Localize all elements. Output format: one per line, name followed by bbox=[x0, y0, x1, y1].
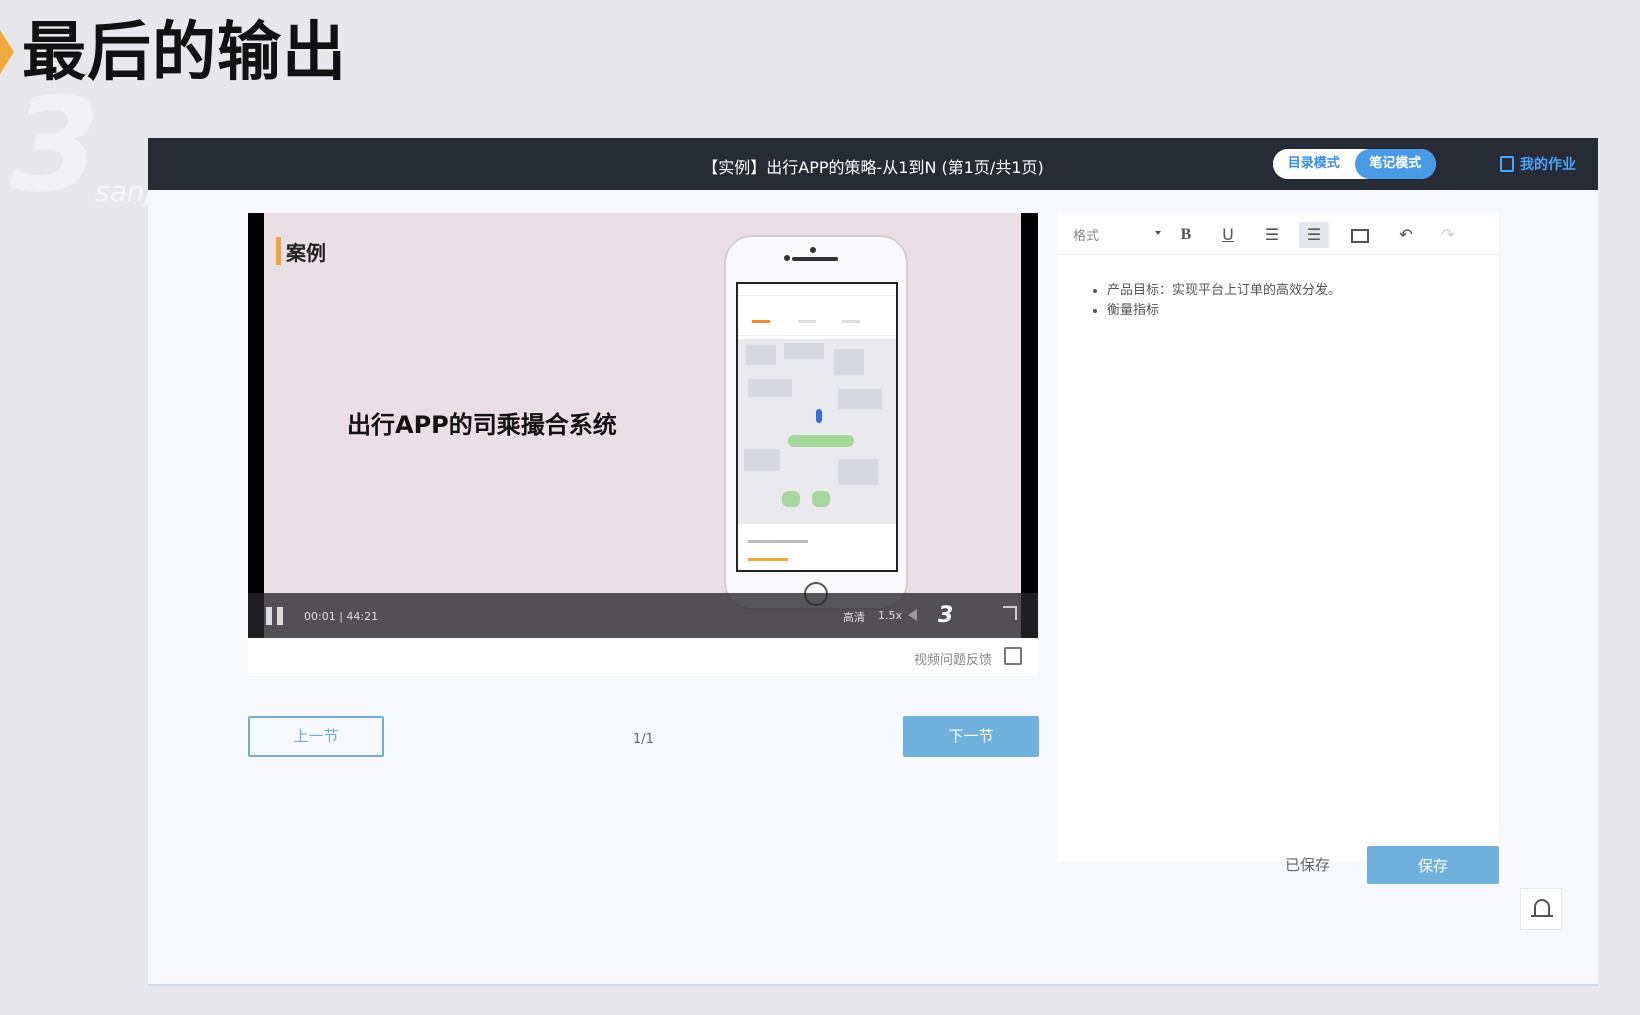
redo-icon[interactable]: ↷ bbox=[1433, 222, 1463, 248]
current-time: 00:01 bbox=[304, 610, 336, 623]
catalog-mode-button[interactable]: 目录模式 bbox=[1273, 149, 1355, 179]
quality-selector[interactable]: 高清 bbox=[843, 609, 865, 625]
phone-screen bbox=[736, 282, 898, 572]
ordered-list-icon[interactable]: ☰ bbox=[1257, 222, 1287, 248]
case-bar-icon bbox=[276, 237, 281, 265]
edit-feedback-icon[interactable] bbox=[1004, 647, 1022, 665]
editor-content[interactable]: 产品目标：实现平台上订单的高效分发。 衡量指标 bbox=[1093, 281, 1341, 321]
video-controls: 00:01 | 44:21 高清 1.5x 3 bbox=[248, 593, 1038, 638]
brand-logo: 3 bbox=[938, 603, 954, 628]
underline-icon[interactable]: U bbox=[1213, 222, 1243, 248]
note-item: 产品目标：实现平台上订单的高效分发。 bbox=[1107, 281, 1341, 301]
page-indicator: 1/1 bbox=[633, 732, 654, 747]
save-button[interactable]: 保存 bbox=[1367, 846, 1499, 884]
video-frame: 案例 出行APP的司乘撮合系统 bbox=[264, 213, 1021, 638]
volume-icon[interactable] bbox=[908, 609, 917, 621]
slide-marker bbox=[0, 30, 14, 74]
notes-mode-button[interactable]: 笔记模式 bbox=[1354, 149, 1436, 179]
homework-label: 我的作业 bbox=[1520, 157, 1576, 173]
my-homework-link[interactable]: 我的作业 bbox=[1500, 154, 1576, 174]
video-feedback-link[interactable]: 视频问题反馈 bbox=[914, 649, 992, 668]
image-icon[interactable] bbox=[1345, 222, 1375, 248]
video-headline: 出行APP的司乘撮合系统 bbox=[347, 411, 617, 439]
chevron-down-icon bbox=[1155, 231, 1161, 235]
watermark-mark: 3 bbox=[10, 69, 101, 221]
format-label: 格式 bbox=[1073, 229, 1100, 244]
slide-title: 最后的输出 bbox=[22, 16, 347, 90]
pause-icon[interactable] bbox=[266, 607, 284, 625]
case-label: 案例 bbox=[286, 241, 326, 265]
notes-editor: 格式 B U ☰ ☰ ↶ ↷ 产品目标：实现平台上订单的高效分发。 衡量指标 bbox=[1057, 213, 1499, 861]
saved-status: 已保存 bbox=[1285, 856, 1331, 874]
mode-toggle: 目录模式 笔记模式 bbox=[1273, 149, 1436, 179]
phone-mockup bbox=[724, 235, 908, 610]
course-app-window: 【实例】出行APP的策略-从1到N (第1页/共1页) 目录模式 笔记模式 我的… bbox=[148, 138, 1598, 986]
time-display: 00:01 | 44:21 bbox=[304, 610, 379, 623]
bell-icon bbox=[1534, 899, 1550, 915]
bold-icon[interactable]: B bbox=[1171, 222, 1201, 248]
speed-selector[interactable]: 1.5x bbox=[878, 609, 902, 622]
note-item: 衡量指标 bbox=[1107, 301, 1341, 321]
format-dropdown[interactable]: 格式 bbox=[1073, 225, 1161, 244]
editor-toolbar: 格式 B U ☰ ☰ ↶ ↷ bbox=[1057, 213, 1499, 255]
feedback-bar: 视频问题反馈 bbox=[248, 638, 1038, 676]
bullet-list-icon[interactable]: ☰ bbox=[1299, 222, 1329, 248]
duration: 44:21 bbox=[346, 610, 379, 623]
fullscreen-icon[interactable] bbox=[1003, 606, 1017, 620]
next-section-button[interactable]: 下一节 bbox=[903, 716, 1039, 757]
notification-bell[interactable] bbox=[1520, 888, 1562, 930]
map-image bbox=[738, 339, 896, 524]
homework-icon bbox=[1500, 156, 1514, 172]
top-bar: 【实例】出行APP的策略-从1到N (第1页/共1页) 目录模式 笔记模式 我的… bbox=[148, 138, 1598, 190]
prev-section-button[interactable]: 上一节 bbox=[248, 716, 384, 757]
undo-icon[interactable]: ↶ bbox=[1391, 222, 1421, 248]
video-player[interactable]: 案例 出行APP的司乘撮合系统 00:01 | 44:21 高清 1.5x 3 bbox=[248, 213, 1038, 638]
